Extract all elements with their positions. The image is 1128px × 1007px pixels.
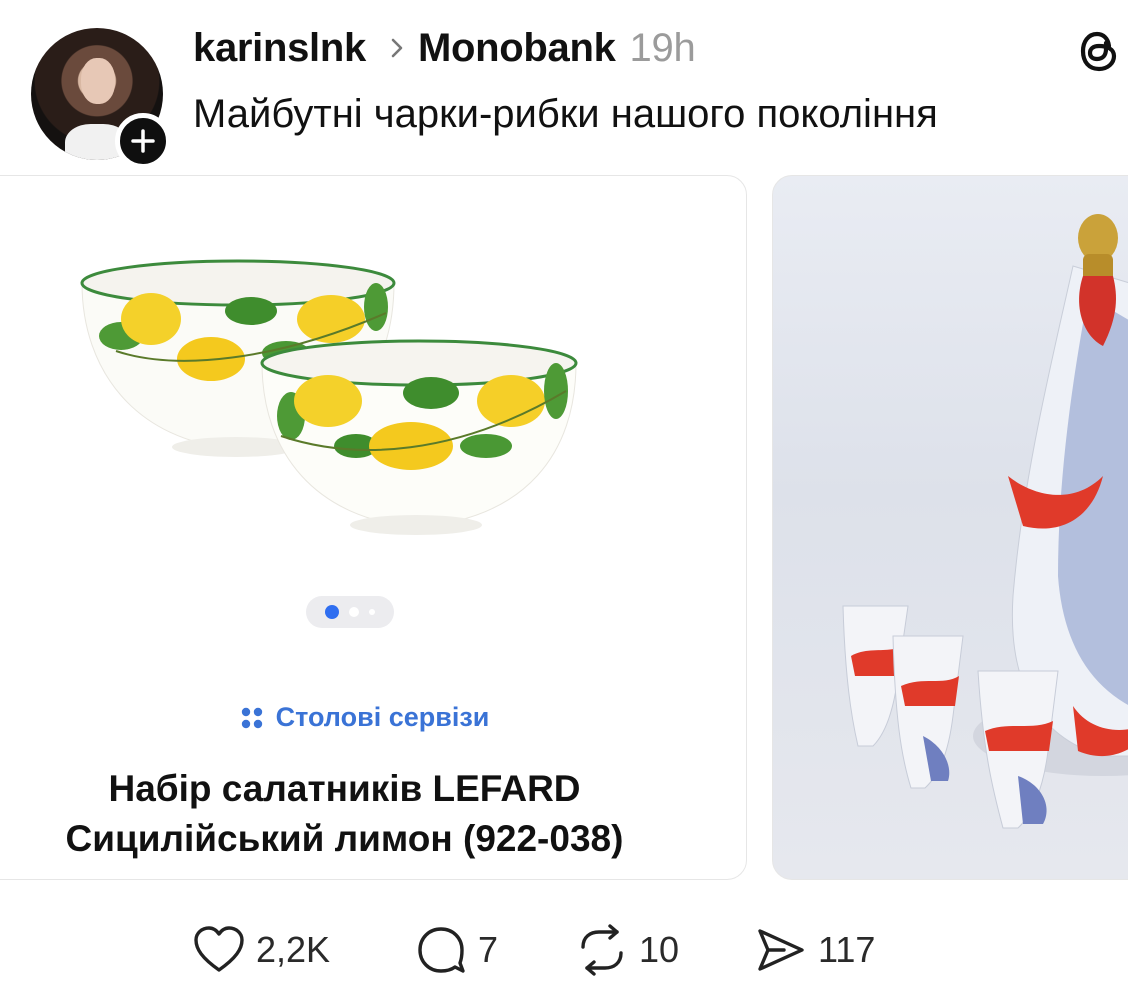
pagination-dot[interactable] [325,605,339,619]
like-button[interactable]: 2,2K [192,920,330,980]
media-card[interactable] [772,175,1128,880]
community-name[interactable]: Monobank [418,26,616,71]
avatar-face [81,58,115,104]
fish-cup [977,670,1059,829]
post-header: karinslnk Monobank 19h [193,22,696,74]
repost-count: 10 [639,929,680,970]
repost-button[interactable]: 10 [575,920,679,980]
reply-count: 7 [478,929,499,970]
product-category[interactable]: Столові сервізи [0,702,746,733]
username[interactable]: karinslnk [193,26,366,71]
thread-post: karinslnk Monobank 19h Майбутні чарки-ри… [0,0,1128,1007]
repost-icon [581,924,623,976]
share-button[interactable]: 117 [754,920,875,980]
chevron-right-icon [390,37,404,59]
plus-icon [131,129,155,153]
timestamp: 19h [629,25,696,70]
product-title-line: Набір салатників LEFARD [108,768,581,809]
reply-button[interactable]: 7 [414,920,498,980]
like-count: 2,2K [256,929,331,970]
follow-button[interactable] [115,113,171,169]
share-count: 117 [818,929,876,970]
threads-icon[interactable] [1075,24,1123,76]
grid-dots-icon [240,706,264,730]
fish-decanter-image [842,214,1128,829]
product-card[interactable]: Столові сервізи Набір салатників LEFARD … [0,175,747,880]
heart-icon [194,926,244,972]
product-title: Набір салатників LEFARD Сицилійський лим… [0,764,708,864]
post-text: Майбутні чарки-рибки нашого покоління [193,92,938,136]
bowl-front [260,339,578,535]
category-label: Столові сервізи [275,702,490,732]
product-title-line: Сицилійський лимон (922-038) [65,818,624,859]
fish-cup [892,635,964,789]
pagination-dot[interactable] [349,607,359,617]
pagination-dot[interactable] [369,609,375,615]
carousel-pagination[interactable] [306,596,394,628]
action-bar: 2,2K 7 10 117 [0,920,1128,980]
send-icon [758,929,804,971]
comment-icon [418,927,465,973]
product-image [80,259,578,535]
